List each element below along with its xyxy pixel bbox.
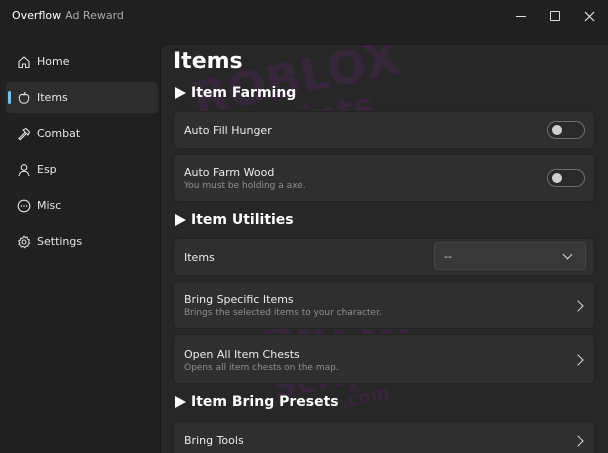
home-icon <box>16 54 31 69</box>
sidebar-item-label: Combat <box>37 127 81 140</box>
minimize-icon <box>516 15 526 17</box>
open-all-item-chests-button[interactable]: Open All Item Chests Opens all item ches… <box>173 334 595 384</box>
sidebar-item-label: Home <box>37 55 70 68</box>
bring-specific-items-button[interactable]: Bring Specific Items Brings the selected… <box>173 281 595 329</box>
sidebar-item-label: Settings <box>37 235 83 248</box>
watermark-logo: .com <box>339 382 392 413</box>
row-label: Bring Specific Items <box>184 293 294 306</box>
row-description: Opens all item chests on the map. <box>184 363 339 373</box>
minimize-button[interactable] <box>504 0 538 32</box>
app-name: Overflow <box>12 9 62 22</box>
chevron-right-icon <box>572 300 584 312</box>
auto-farm-wood-toggle[interactable] <box>547 169 585 187</box>
play-icon <box>175 87 186 99</box>
gear-icon <box>16 234 31 249</box>
items-dropdown[interactable]: -- <box>434 242 586 270</box>
play-icon <box>175 214 186 226</box>
sidebar-item-settings[interactable]: Settings <box>6 226 158 257</box>
toggle-knob <box>552 125 562 135</box>
sidebar-item-items[interactable]: Items <box>6 82 158 113</box>
title-bar: Overflow Ad Reward <box>0 0 608 32</box>
row-label: Auto Fill Hunger <box>184 124 272 137</box>
person-icon <box>16 162 31 177</box>
sidebar-item-label: Items <box>37 91 68 104</box>
play-icon <box>175 396 186 408</box>
sidebar: Home Items Combat Esp Misc Settings <box>0 44 160 453</box>
row-label: Bring Tools <box>184 434 244 447</box>
page-title: Items <box>173 49 243 74</box>
more-icon <box>16 198 31 213</box>
window-title: Overflow Ad Reward <box>12 9 124 22</box>
toggle-knob <box>552 173 562 183</box>
auto-farm-wood-row[interactable]: Auto Farm Wood You must be holding a axe… <box>173 154 595 202</box>
auto-fill-hunger-row[interactable]: Auto Fill Hunger <box>173 111 595 149</box>
apple-icon <box>16 90 31 105</box>
row-description: You must be holding a axe. <box>184 181 306 191</box>
close-icon <box>584 11 594 21</box>
row-description: Brings the selected items to your charac… <box>184 308 382 318</box>
main-panel: ROBLOX Scripts .com ROBLOX Scripts .com … <box>160 44 608 453</box>
bring-tools-button[interactable]: Bring Tools <box>173 421 595 453</box>
auto-fill-hunger-toggle[interactable] <box>547 121 585 139</box>
row-label: Auto Farm Wood <box>184 166 275 179</box>
maximize-button[interactable] <box>538 0 572 32</box>
chevron-down-icon <box>562 249 573 260</box>
active-indicator <box>8 91 11 104</box>
sidebar-item-combat[interactable]: Combat <box>6 118 158 149</box>
close-button[interactable] <box>572 0 606 32</box>
maximize-icon <box>550 11 560 21</box>
sidebar-item-misc[interactable]: Misc <box>6 190 158 221</box>
sidebar-item-esp[interactable]: Esp <box>6 154 158 185</box>
chevron-right-icon <box>572 435 584 447</box>
items-dropdown-row: Items -- <box>173 238 595 276</box>
app-subtitle: Ad Reward <box>65 9 124 22</box>
sidebar-item-label: Esp <box>37 163 57 176</box>
hammer-icon <box>16 126 31 141</box>
row-label: Open All Item Chests <box>184 348 300 361</box>
dropdown-value: -- <box>444 250 452 263</box>
sidebar-item-label: Misc <box>37 199 62 212</box>
sidebar-item-home[interactable]: Home <box>6 46 158 77</box>
chevron-right-icon <box>572 354 584 366</box>
section-header-presets: Item Bring Presets <box>175 394 339 410</box>
section-header-utilities: Item Utilities <box>175 212 294 228</box>
row-label: Items <box>184 251 215 264</box>
section-header-farming: Item Farming <box>175 85 296 101</box>
